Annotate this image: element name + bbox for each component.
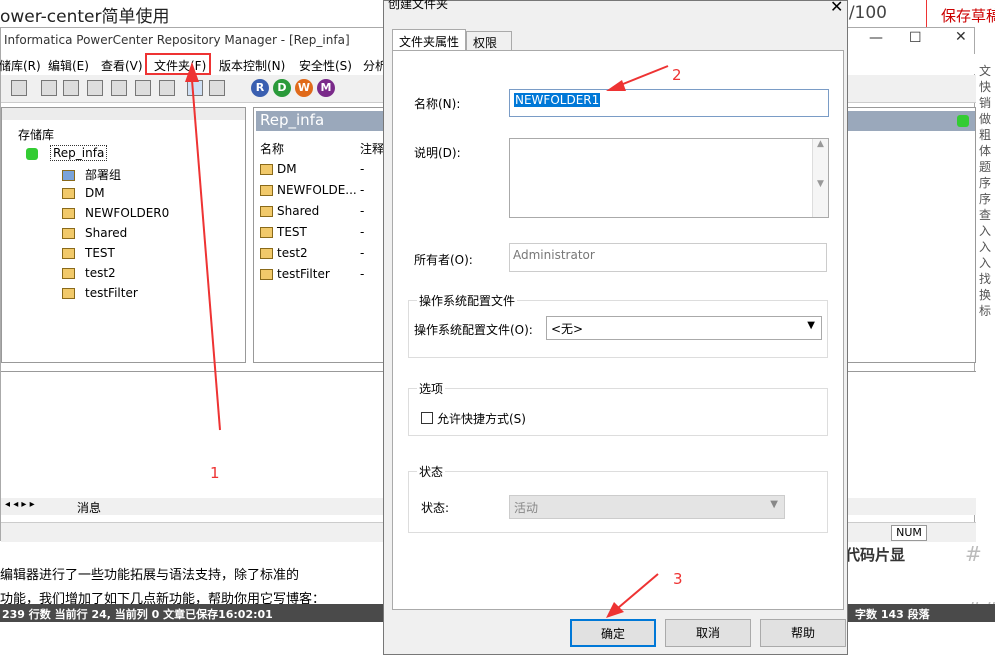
arrow-1-line <box>191 79 221 431</box>
arrow-1-head <box>185 62 199 82</box>
annotation-3: 3 <box>673 570 683 588</box>
arrow-2-line <box>617 65 669 87</box>
annotation-1: 1 <box>210 464 220 482</box>
annotation-arrows <box>185 62 669 618</box>
arrow-3-line <box>617 573 659 609</box>
annotation-2: 2 <box>672 66 682 84</box>
arrow-2-head <box>606 80 626 91</box>
